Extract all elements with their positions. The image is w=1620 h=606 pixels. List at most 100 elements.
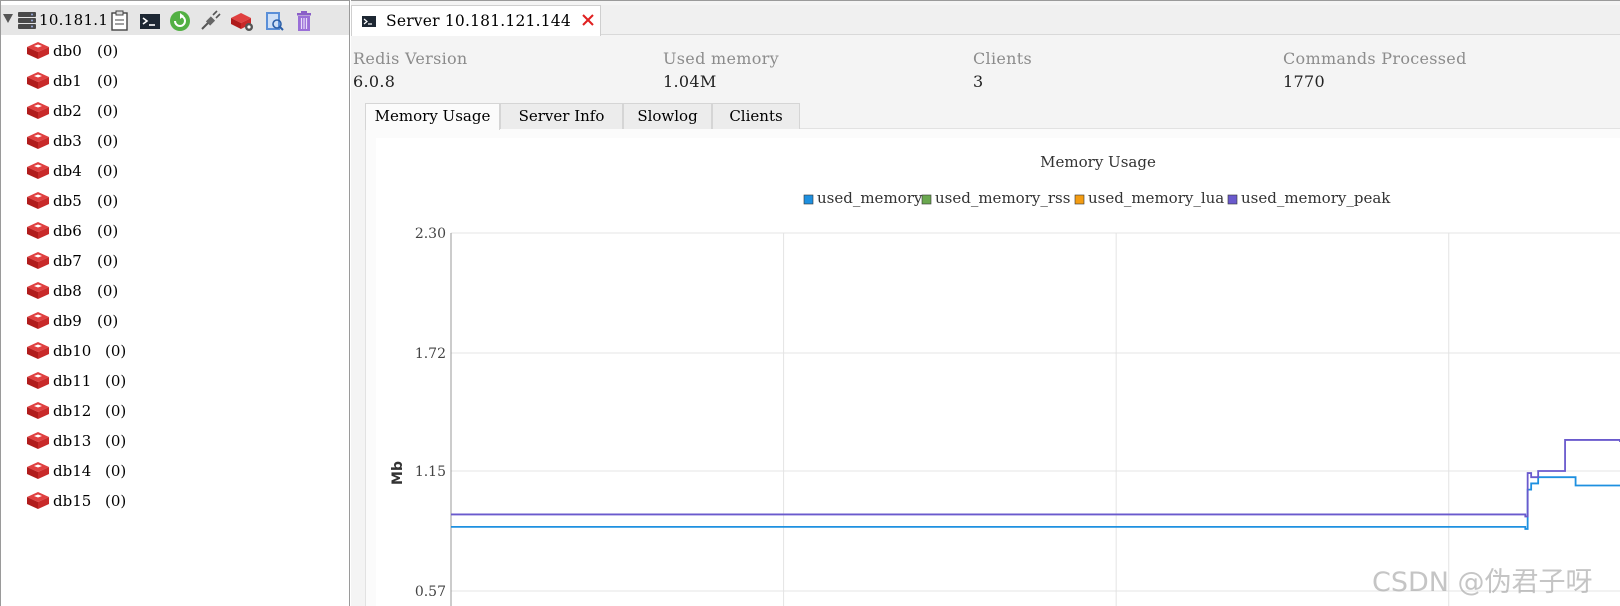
memory-usage-chart: Memory Usage used_memory used_memory_rss us… (376, 138, 1620, 606)
redis-db-icon (27, 402, 49, 419)
tab-bar: Server 10.181.121.144 (351, 5, 1620, 36)
db-name: db3 (53, 132, 82, 150)
db-name: db2 (53, 102, 82, 120)
db-key-count: (0) (105, 372, 127, 390)
tab-server[interactable]: Server 10.181.121.144 (351, 5, 601, 36)
stat-commands-processed: Commands Processed 1770 (1283, 49, 1467, 91)
stat-label: Redis Version (353, 49, 468, 68)
stat-clients: Clients 3 (973, 49, 1032, 91)
redis-db-icon (27, 282, 49, 299)
stat-label: Commands Processed (1283, 49, 1467, 68)
legend-label: used_memory (817, 189, 923, 207)
watermark: CSDN @伪君子呀 (1372, 567, 1593, 598)
stat-value: 1.04M (663, 72, 717, 91)
db-name: db12 (53, 402, 92, 420)
legend-label: used_memory_peak (1241, 189, 1391, 207)
db-name: db13 (53, 432, 92, 450)
db-name: db4 (53, 162, 82, 180)
legend-swatch (1227, 194, 1238, 205)
db-name: db9 (53, 312, 82, 330)
stat-used-memory: Used memory 1.04M (663, 49, 779, 91)
db-name: db14 (53, 462, 92, 480)
server-icon (18, 12, 36, 29)
y-tick-label: 2.30 (415, 226, 446, 242)
server-name: 10.181.1 (39, 11, 109, 29)
close-icon[interactable] (581, 13, 595, 27)
tab-server-info[interactable]: Server Info (500, 103, 623, 129)
redis-db-icon (27, 162, 49, 179)
stat-redis-version: Redis Version 6.0.8 (353, 49, 468, 91)
series-line-used-memory (451, 476, 1620, 530)
redis-db-icon (27, 462, 49, 479)
tab-memory-usage[interactable]: Memory Usage (365, 103, 500, 130)
db-key-count: (0) (105, 402, 127, 420)
redis-db-icon (27, 42, 49, 59)
reload-icon[interactable] (169, 10, 191, 32)
db-key-count: (0) (105, 432, 127, 450)
y-tick-label: 1.15 (415, 464, 446, 480)
db-name: db10 (53, 342, 92, 360)
db-key-count: (0) (97, 192, 119, 210)
redis-db-icon (27, 222, 49, 239)
db-key-count: (0) (105, 462, 127, 480)
expand-arrow-icon[interactable] (3, 14, 13, 23)
server-tree-node[interactable]: 10.181.1 (1, 5, 349, 35)
redis-db-icon (27, 342, 49, 359)
legend-swatch (921, 194, 932, 205)
legend-label: used_memory_lua (1088, 189, 1224, 207)
db-key-count: (0) (97, 282, 119, 300)
redis-db-icon (27, 72, 49, 89)
redis-db-icon (27, 492, 49, 509)
console-icon[interactable] (109, 10, 131, 32)
legend-swatch (1074, 194, 1085, 205)
db-key-count: (0) (105, 492, 127, 510)
stat-value: 3 (973, 72, 984, 91)
stat-value: 6.0.8 (353, 72, 396, 91)
redis-db-icon (27, 102, 49, 119)
y-axis-label: Mb (390, 461, 406, 485)
redis-db-icon (27, 312, 49, 329)
stat-label: Clients (973, 49, 1032, 68)
db-name: db6 (53, 222, 82, 240)
redis-db-icon (27, 372, 49, 389)
y-tick-label: 1.72 (415, 346, 446, 362)
stat-value: 1770 (1283, 72, 1325, 91)
y-tick-label: 0.57 (415, 584, 446, 600)
tab-clients[interactable]: Clients (712, 103, 800, 129)
db-key-count: (0) (97, 132, 119, 150)
chart-title: Memory Usage (1040, 153, 1156, 171)
tab-slowlog[interactable]: Slowlog (623, 103, 712, 129)
db-name: db1 (53, 72, 82, 90)
db-key-count: (0) (97, 42, 119, 60)
db-key-count: (0) (97, 312, 119, 330)
db-name: db5 (53, 192, 82, 210)
disconnect-icon[interactable] (199, 10, 221, 32)
db-key-count: (0) (97, 72, 119, 90)
legend-label: used_memory_rss (935, 189, 1070, 207)
db-key-count: (0) (97, 102, 119, 120)
db-name: db0 (53, 42, 82, 60)
redis-db-icon (27, 132, 49, 149)
filter-icon[interactable] (263, 10, 285, 32)
db-name: db8 (53, 282, 82, 300)
db-key-count: (0) (97, 222, 119, 240)
redis-db-icon (27, 252, 49, 269)
tab-title: Server 10.181.121.144 (386, 12, 571, 30)
legend-swatch (803, 194, 814, 205)
db-name: db15 (53, 492, 92, 510)
terminal-icon (362, 16, 376, 27)
server-settings-icon[interactable] (229, 10, 255, 32)
stat-label: Used memory (663, 49, 779, 68)
db-name: db11 (53, 372, 92, 390)
db-name: db7 (53, 252, 82, 270)
db-key-count: (0) (105, 342, 127, 360)
redis-db-icon (27, 432, 49, 449)
db-key-count: (0) (97, 252, 119, 270)
chart-svg: Memory Usage used_memory used_memory_rss us… (390, 153, 1620, 606)
delete-icon[interactable] (293, 10, 315, 32)
connection-tree: 10.181.1 db0 (0) db1 (0) db2 (0) db3 (0)… (0, 0, 350, 606)
db-key-count: (0) (97, 162, 119, 180)
redis-db-icon (27, 192, 49, 209)
terminal-icon[interactable] (139, 10, 161, 32)
series-line-used-memory-peak (451, 439, 1620, 518)
